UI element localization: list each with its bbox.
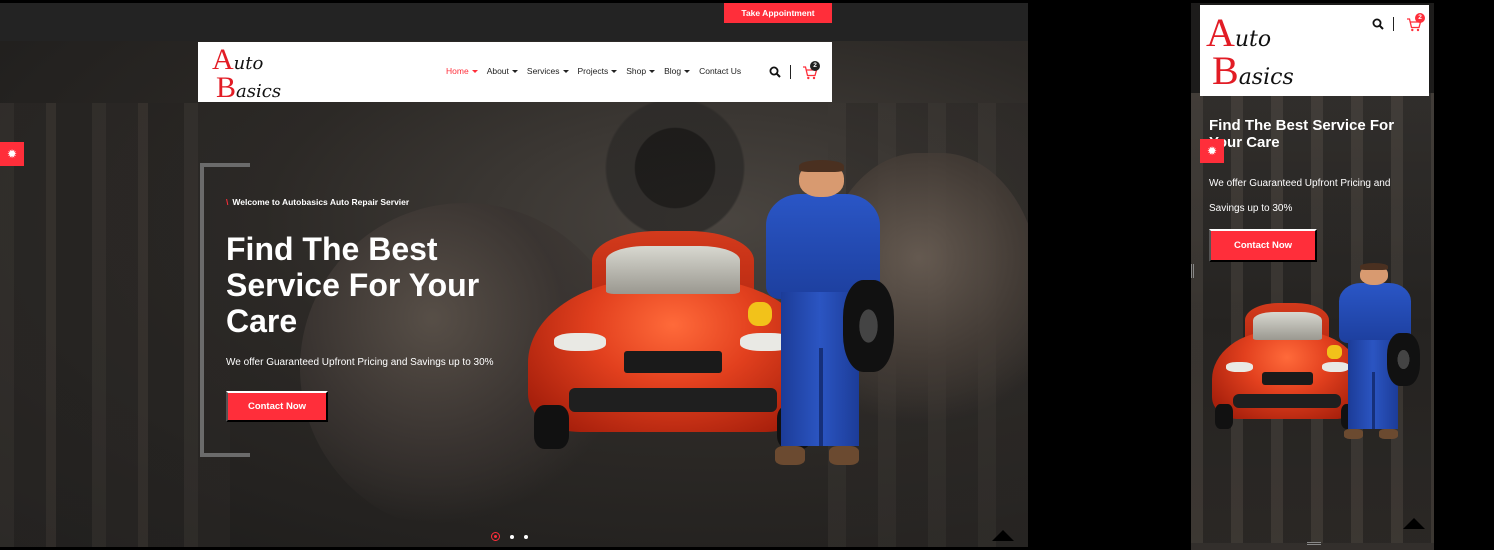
background-tire xyxy=(590,93,760,243)
welcome-slash: \ xyxy=(226,197,229,207)
chevron-down-icon xyxy=(684,69,691,73)
resize-handle[interactable] xyxy=(1307,542,1321,545)
search-icon[interactable] xyxy=(769,66,781,78)
mobile-hero-mechanic-image xyxy=(1327,263,1423,443)
side-drag-handle[interactable] xyxy=(1191,264,1194,278)
logo-word-asics: asics xyxy=(236,81,282,102)
nav-contact-us[interactable]: Contact Us xyxy=(699,66,741,76)
mobile-preview: Auto Basics 2 Find The Best Service For … xyxy=(1191,3,1434,550)
chevron-down-icon xyxy=(471,69,478,73)
logo-word-asics: asics xyxy=(1238,65,1294,90)
nav-shop[interactable]: Shop xyxy=(626,66,656,76)
take-appointment-button[interactable]: Take Appointment xyxy=(724,3,832,23)
arrow-up-icon[interactable] xyxy=(992,530,1014,541)
gear-icon: ✹ xyxy=(1206,144,1218,158)
hero-title: Find The Best Service For Your Care xyxy=(226,231,480,339)
logo-letter-b: B xyxy=(216,71,237,104)
chevron-down-icon xyxy=(649,69,656,73)
nav-home[interactable]: Home xyxy=(446,66,478,76)
desktop-preview: Take Appointment Auto Basics Home About … xyxy=(0,3,1028,547)
hero-mechanic-image xyxy=(748,159,898,471)
arrow-up-icon[interactable] xyxy=(1403,518,1425,529)
cart-count-badge: 2 xyxy=(1415,13,1425,23)
slider-dot-3[interactable] xyxy=(524,534,528,539)
header-divider xyxy=(790,65,791,79)
logo-letter-b: B xyxy=(1212,48,1239,93)
nav-about[interactable]: About xyxy=(487,66,518,76)
chevron-down-icon xyxy=(511,69,518,73)
hero-subtitle: We offer Guaranteed Upfront Pricing and … xyxy=(226,357,494,368)
header-divider xyxy=(1393,17,1394,31)
chevron-down-icon xyxy=(562,69,569,73)
mobile-header: Auto Basics 2 xyxy=(1200,5,1429,96)
slider-pagination xyxy=(491,532,528,541)
main-nav: Home About Services Projects Shop Blog C… xyxy=(446,66,741,76)
site-logo[interactable]: Auto Basics xyxy=(212,43,312,104)
contact-now-button[interactable]: Contact Now xyxy=(226,391,328,422)
welcome-text: Welcome to Autobasics Auto Repair Servie… xyxy=(232,197,410,207)
mobile-hero-title: Find The Best Service For Your Care xyxy=(1209,117,1395,151)
mobile-site-logo[interactable]: Auto Basics xyxy=(1206,9,1326,93)
settings-toggle[interactable]: ✹ xyxy=(1200,139,1224,163)
contact-now-button[interactable]: Contact Now xyxy=(1209,229,1317,262)
site-header: Auto Basics Home About Services Projects… xyxy=(198,42,832,104)
nav-blog[interactable]: Blog xyxy=(664,66,691,76)
search-icon[interactable] xyxy=(1372,18,1384,30)
chevron-down-icon xyxy=(611,69,618,73)
background-garage xyxy=(0,103,230,547)
slider-dot-2[interactable] xyxy=(510,534,514,539)
nav-services[interactable]: Services xyxy=(527,66,569,76)
nav-projects[interactable]: Projects xyxy=(578,66,618,76)
settings-toggle[interactable]: ✹ xyxy=(0,142,24,166)
cart-count-badge: 2 xyxy=(810,61,820,71)
hero-welcome: \ Welcome to Autobasics Auto Repair Serv… xyxy=(226,197,409,207)
top-bar xyxy=(0,3,1028,41)
gear-icon: ✹ xyxy=(6,147,18,161)
mobile-hero-subtitle: We offer Guaranteed Upfront Pricing and … xyxy=(1209,178,1391,214)
slider-dot-1[interactable] xyxy=(491,532,500,541)
